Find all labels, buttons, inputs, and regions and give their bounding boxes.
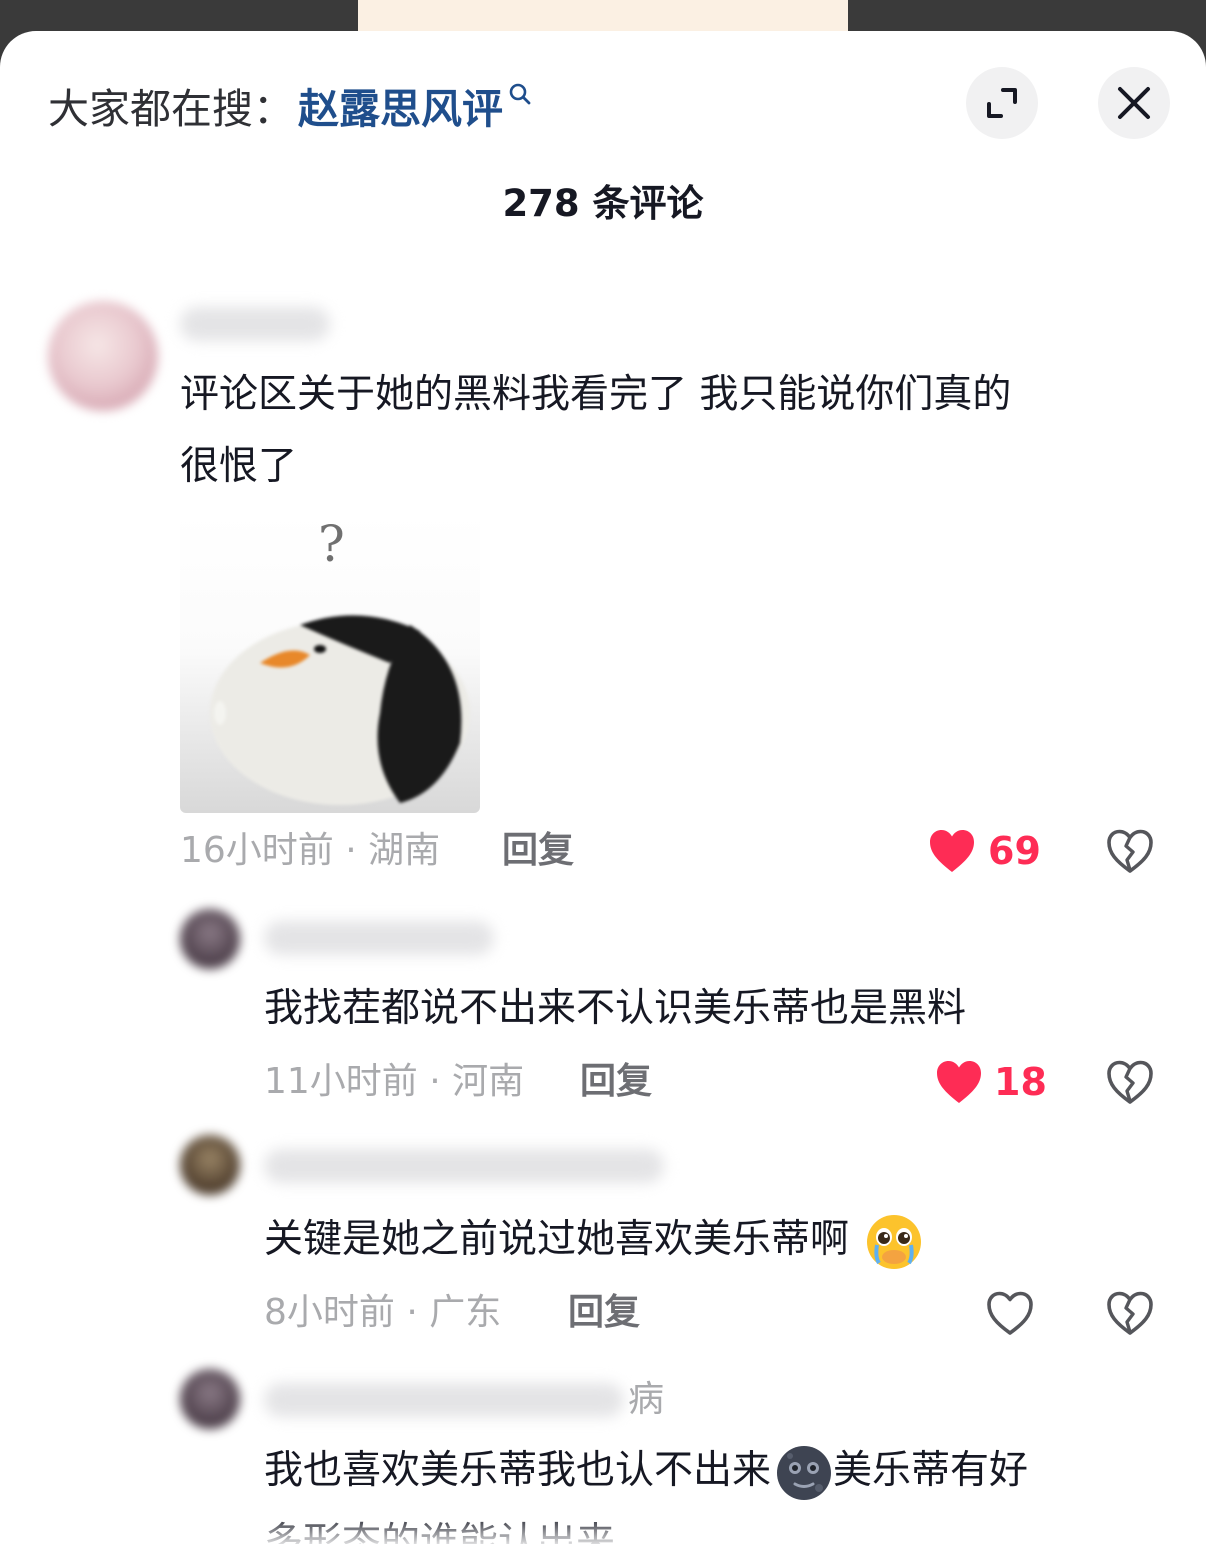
comment-time-location: 8小时前 · 广东 [264, 1292, 502, 1333]
penguin-sticker-icon [210, 615, 470, 805]
like-button[interactable] [928, 828, 976, 878]
close-icon [1118, 87, 1150, 119]
username-blurred[interactable] [264, 1383, 624, 1417]
search-icon [509, 83, 531, 105]
username-blurred[interactable] [180, 307, 330, 341]
comment-text: 美乐蒂有好 [833, 1448, 1029, 1493]
pleading-face-emoji [867, 1214, 922, 1269]
heart-icon [930, 830, 974, 872]
broken-heart-icon [1107, 829, 1153, 873]
avatar[interactable] [180, 909, 240, 969]
comment-count-title: 278 条评论 [502, 182, 704, 225]
expand-icon [987, 88, 1017, 118]
heart-icon [937, 1061, 981, 1103]
new-moon-face-emoji [777, 1445, 832, 1500]
comment-sticker-image[interactable]: ? [180, 513, 480, 813]
comment-text: 评论区关于她的黑料我看完了 我只能说你们真的 [180, 372, 1012, 417]
expand-button[interactable] [966, 67, 1038, 139]
like-button[interactable] [986, 1290, 1034, 1340]
reply-button[interactable]: 回复 [568, 1288, 640, 1338]
comments-sheet: 大家都在搜： 赵露思风评 278 条评论 评论区关于她的黑料我看完了 我只能说你… [0, 31, 1206, 1544]
broken-heart-icon [1107, 1060, 1153, 1104]
comment-time-location: 16小时前 · 湖南 [180, 830, 441, 871]
like-count: 18 [994, 1060, 1047, 1104]
dislike-button[interactable] [1106, 1059, 1154, 1109]
comment-text-line: 关键是她之前说过她喜欢美乐蒂啊 [264, 1204, 923, 1276]
reply-button[interactable]: 回复 [580, 1057, 652, 1107]
trending-search-hint[interactable]: 大家都在搜： 赵露思风评 [48, 75, 533, 135]
comment-text: 关键是她之前说过她喜欢美乐蒂啊 [264, 1217, 850, 1262]
username-blurred[interactable] [264, 1149, 664, 1183]
close-button[interactable] [1098, 67, 1170, 139]
like-button[interactable] [935, 1059, 983, 1109]
avatar[interactable] [180, 1369, 240, 1429]
username-blurred[interactable] [264, 921, 494, 955]
like-count: 69 [988, 829, 1041, 873]
comment-text-line: 我也喜欢美乐蒂我也认不出来 美乐蒂有好 [264, 1435, 1028, 1507]
trending-search-prefix: 大家都在搜： [48, 85, 294, 133]
heart-outline-icon [987, 1291, 1033, 1335]
avatar[interactable] [180, 1135, 240, 1195]
broken-heart-icon [1107, 1291, 1153, 1335]
trending-search-term[interactable]: 赵露思风评 [298, 75, 503, 135]
comment-text: 我找茬都说不出来不认识美乐蒂也是黑料 [264, 986, 967, 1031]
bottom-fade [0, 1514, 1206, 1544]
comment-time-location: 11小时前 · 河南 [264, 1061, 525, 1102]
avatar[interactable] [48, 301, 158, 411]
reply-button[interactable]: 回复 [502, 826, 574, 876]
comment-text: 我也喜欢美乐蒂我也认不出来 [264, 1448, 772, 1493]
dislike-button[interactable] [1106, 828, 1154, 878]
comment-text: 很恨了 [180, 444, 298, 489]
dislike-button[interactable] [1106, 1290, 1154, 1340]
username-suffix: 病 [628, 1379, 665, 1420]
